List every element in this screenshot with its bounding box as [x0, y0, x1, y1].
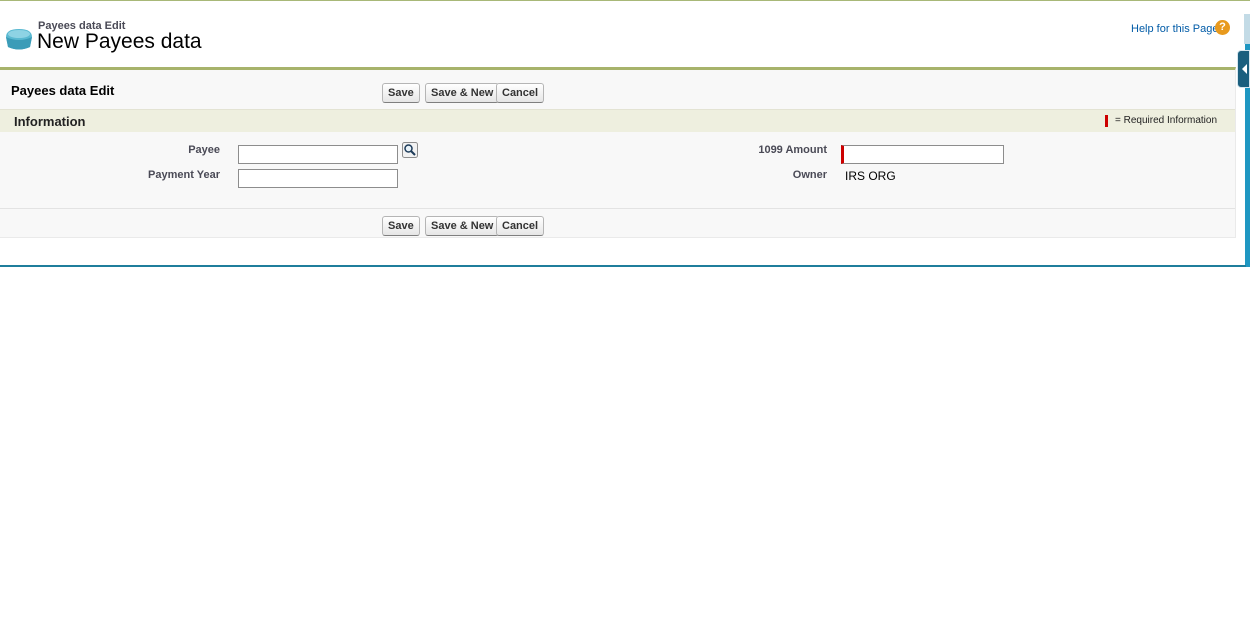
- sidebar-collapse-tab[interactable]: [1237, 50, 1250, 88]
- required-legend: = Required Information: [1115, 115, 1218, 126]
- payee-label: Payee: [188, 144, 220, 156]
- cancel-button-top[interactable]: Cancel: [496, 83, 545, 103]
- page: Payees data Edit New Payees data Help fo…: [0, 0, 1250, 627]
- amount-1099-input[interactable]: [841, 145, 1004, 164]
- page-header: Payees data Edit New Payees data Help fo…: [0, 1, 1238, 68]
- save-new-button-bottom[interactable]: Save & New: [425, 216, 500, 236]
- help-link[interactable]: Help for this Page: [1131, 23, 1218, 35]
- payment-year-input[interactable]: [238, 169, 398, 188]
- save-button-bottom[interactable]: Save: [382, 216, 420, 236]
- payment-year-label: Payment Year: [148, 169, 220, 181]
- help-icon[interactable]: ?: [1215, 20, 1230, 35]
- page-bottom-line: [0, 265, 1246, 267]
- save-button-top[interactable]: Save: [382, 83, 420, 103]
- save-new-button-top[interactable]: Save & New: [425, 83, 500, 103]
- block-title: Payees data Edit: [11, 83, 115, 98]
- cancel-button-bottom[interactable]: Cancel: [496, 216, 545, 236]
- right-edge-strip-top: [1244, 14, 1250, 44]
- owner-label: Owner: [792, 169, 827, 181]
- section-title: Information: [14, 114, 86, 129]
- section-header-information: Information = Required Information: [0, 109, 1235, 132]
- page-title: New Payees data: [37, 30, 202, 53]
- owner-value: IRS ORG: [845, 169, 896, 183]
- edit-block: Payees data Edit Save Save & New Cancel …: [0, 67, 1236, 238]
- object-icon: [6, 29, 32, 50]
- amount-1099-label: 1099 Amount: [758, 144, 827, 156]
- payee-input[interactable]: [238, 145, 398, 164]
- required-indicator-icon: [1105, 115, 1108, 127]
- lookup-search-icon[interactable]: [402, 142, 418, 158]
- button-divider: [0, 208, 1235, 209]
- collapse-arrow-icon: [1242, 64, 1247, 74]
